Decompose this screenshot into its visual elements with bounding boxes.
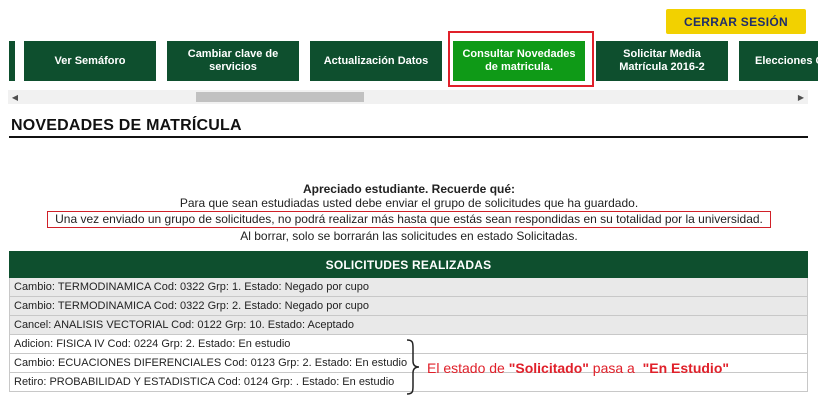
main-navigation: Ver Semáforo Cambiar clave de servicios … <box>0 41 818 81</box>
nav-item-partial-left[interactable] <box>9 41 15 81</box>
scroll-thumb[interactable] <box>196 92 364 102</box>
notice-line-highlighted: Una vez enviado un grupo de solicitudes,… <box>47 211 771 228</box>
notice-block: Apreciado estudiante. Recuerde qué: Para… <box>0 182 818 243</box>
annotation-prefix: El estado de <box>427 360 509 376</box>
nav-item-half-enrollment[interactable]: Solicitar Media Matrícula 2016-2 <box>596 41 728 81</box>
title-divider <box>9 136 808 138</box>
nav-item-change-password[interactable]: Cambiar clave de servicios <box>167 41 299 81</box>
scroll-left-arrow-icon[interactable]: ◀ <box>8 90 22 104</box>
status-change-annotation: El estado de "Solicitado" pasa a "En Est… <box>427 360 729 376</box>
notice-line-send: Para que sean estudiadas usted debe envi… <box>179 196 639 210</box>
horizontal-scrollbar[interactable]: ◀ ▶ <box>8 90 808 104</box>
notice-line-delete: Al borrar, solo se borrarán las solicitu… <box>240 229 578 243</box>
annotation-to-status: "En Estudio" <box>642 360 730 376</box>
scroll-right-arrow-icon[interactable]: ▶ <box>794 90 808 104</box>
notice-heading: Apreciado estudiante. Recuerde qué: <box>302 182 516 196</box>
nav-item-elections[interactable]: Elecciones Colegi <box>739 41 818 81</box>
table-row: Cambio: TERMODINAMICA Cod: 0322 Grp: 2. … <box>9 297 808 316</box>
curly-brace-icon <box>406 339 420 395</box>
table-row: Cancel: ANALISIS VECTORIAL Cod: 0122 Grp… <box>9 316 808 335</box>
nav-item-update-data[interactable]: Actualización Datos <box>310 41 442 81</box>
nav-item-semaforo[interactable]: Ver Semáforo <box>24 41 156 81</box>
table-row: Cambio: TERMODINAMICA Cod: 0322 Grp: 1. … <box>9 278 808 297</box>
requests-table-header: SOLICITUDES REALIZADAS <box>9 251 808 278</box>
annotation-from-status: "Solicitado" <box>508 360 589 376</box>
annotation-middle: pasa a <box>588 360 639 376</box>
logout-button[interactable]: CERRAR SESIÓN <box>666 9 806 34</box>
nav-item-enrollment-news[interactable]: Consultar Novedades de matricula. <box>453 41 585 81</box>
page-title: NOVEDADES DE MATRÍCULA <box>11 117 242 134</box>
